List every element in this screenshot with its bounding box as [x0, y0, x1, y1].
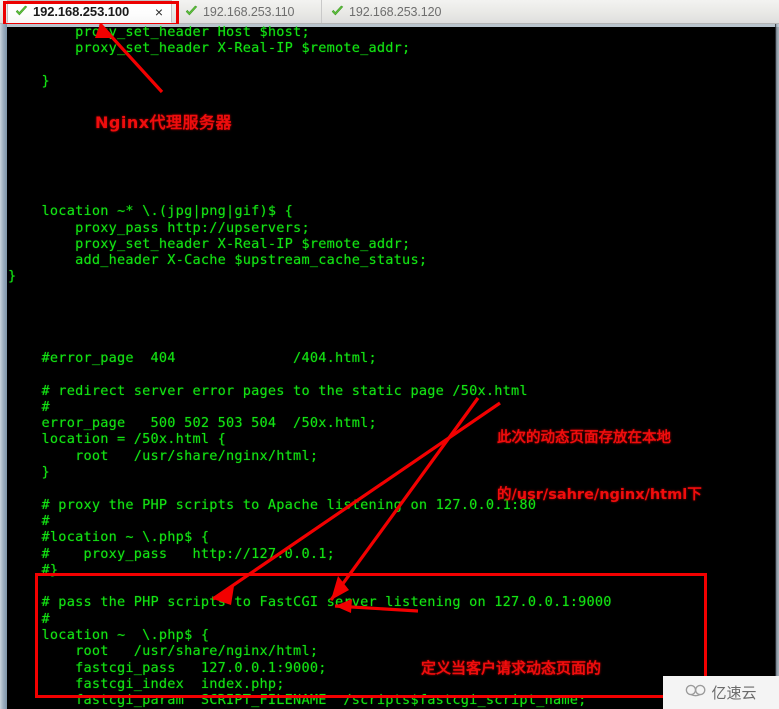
screenshot-root: 192.168.253.100 × 192.168.253.110 192.16… — [0, 0, 779, 709]
terminal-line: } — [8, 268, 17, 285]
watermark-label: 亿速云 — [711, 684, 757, 702]
annotation-nginx-proxy: Nginx代理服务器 — [95, 113, 233, 132]
terminal-line: proxy_set_header X-Real-IP $remote_addr; — [8, 40, 411, 57]
annotation-line: 的/usr/sahre/nginx/html下 — [497, 487, 702, 503]
terminal-line: fastcgi_pass 127.0.0.1:9000; — [8, 659, 327, 676]
terminal-line: } — [8, 72, 50, 89]
tab-label: 192.168.253.120 — [349, 4, 442, 19]
annotation-line: 此次的动态页面存放在本地 — [497, 430, 671, 446]
green-check-icon — [185, 5, 198, 18]
terminal-line: #error_page 404 /404.html; — [8, 349, 377, 366]
tab-label: 192.168.253.100 — [33, 4, 130, 19]
terminal-line: #} — [8, 561, 59, 578]
annotation-static-page-location: 此次的动态页面存放在本地 的/usr/sahre/nginx/html下 — [497, 391, 702, 543]
terminal-tab-bar: 192.168.253.100 × 192.168.253.110 192.16… — [0, 0, 779, 26]
tab-192-168-253-120[interactable]: 192.168.253.120 — [324, 0, 468, 23]
terminal-line: proxy_pass http://upservers; — [8, 219, 310, 236]
terminal-line: # — [8, 610, 50, 627]
green-check-icon — [331, 5, 344, 18]
green-check-icon — [15, 5, 28, 18]
tab-label: 192.168.253.110 — [203, 4, 295, 19]
tab-192-168-253-100[interactable]: 192.168.253.100 × — [7, 0, 172, 23]
annotation-line: 定义当客户请求动态页面的 — [421, 659, 602, 677]
terminal-line: # pass the PHP scripts to FastCGI server… — [8, 594, 612, 611]
terminal-line: location ~ \.php$ { — [8, 626, 210, 643]
terminal-line: location ~* \.(jpg|png|gif)$ { — [8, 203, 294, 220]
close-icon[interactable]: × — [155, 4, 163, 20]
tab-192-168-253-110[interactable]: 192.168.253.110 — [178, 0, 322, 23]
annotation-dynamic-page-handler: 定义当客户请求动态页面的 时候，交给某个服务器处理 — [421, 616, 601, 709]
terminal-body[interactable]: proxy_set_header Host $host; proxy_set_h… — [0, 24, 779, 709]
terminal-line: proxy_set_header Host $host; — [8, 24, 310, 40]
terminal-line: add_header X-Cache $upstream_cache_statu… — [8, 252, 428, 269]
terminal-line: proxy_set_header X-Real-IP $remote_addr; — [8, 235, 411, 252]
cloud-icon — [685, 682, 707, 703]
terminal-line: root /usr/share/nginx/html; — [8, 643, 319, 660]
site-watermark: 亿速云 — [663, 676, 779, 709]
terminal-line: # proxy_pass http://127.0.0.1; — [8, 545, 335, 562]
